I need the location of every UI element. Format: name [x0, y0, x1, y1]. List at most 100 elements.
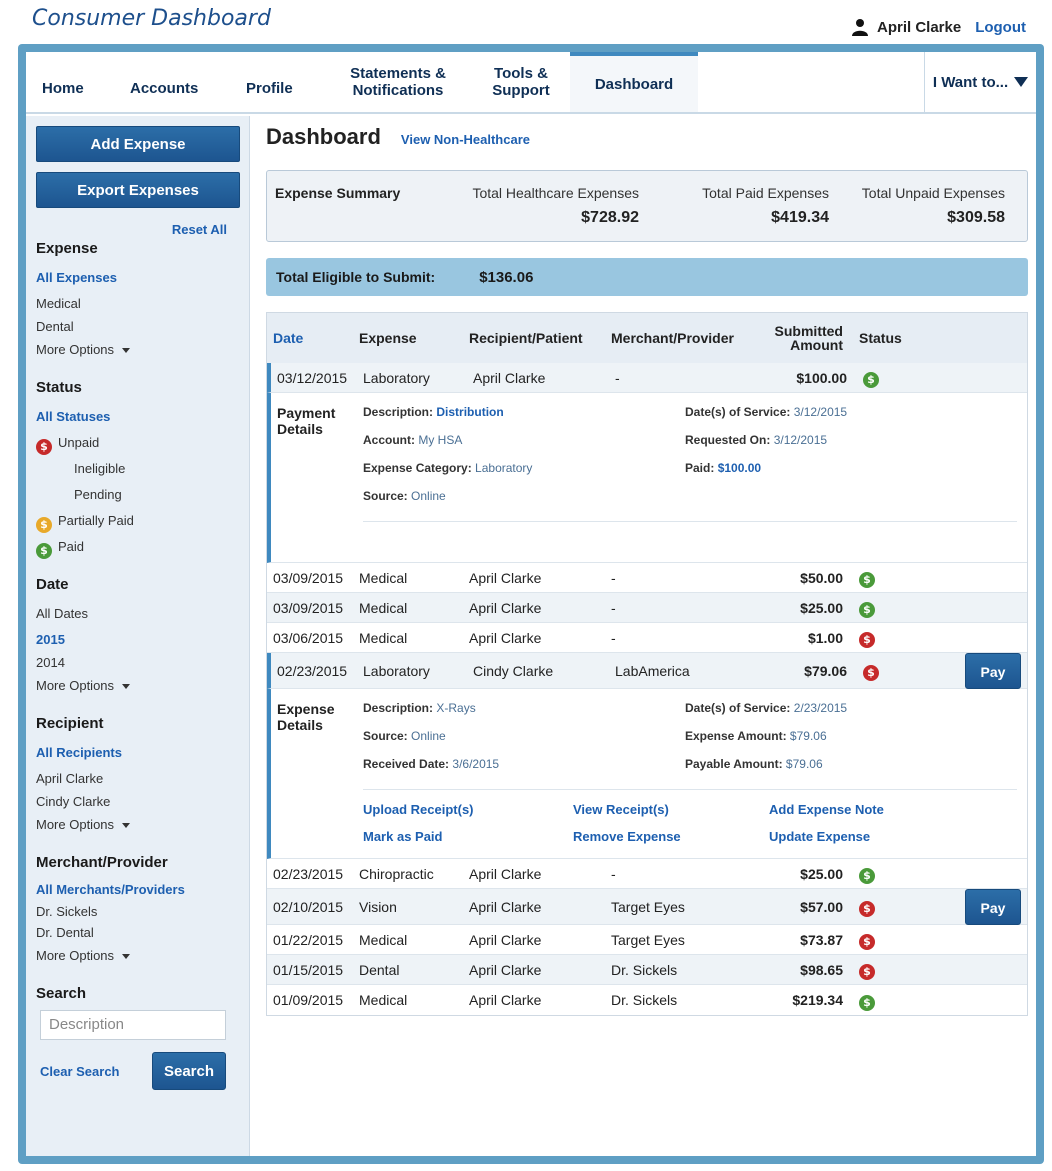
row-recipient: Cindy Clarke — [473, 662, 554, 679]
filter-partially-paid[interactable]: $ Partially Paid — [36, 508, 239, 534]
expense-source-value: Online — [411, 729, 446, 743]
filter-all-recipients[interactable]: All Recipients — [36, 740, 239, 766]
pay-button[interactable]: Pay — [965, 888, 1021, 925]
nav-dashboard[interactable]: Dashboard — [570, 52, 698, 112]
filter-paid[interactable]: $ Paid — [36, 534, 239, 560]
nav-i-want-to[interactable]: I Want to... — [924, 52, 1036, 112]
filter-dr-sickels[interactable]: Dr. Sickels — [36, 901, 239, 923]
clear-search-link[interactable]: Clear Search — [40, 1064, 120, 1079]
row-recipient: April Clarke — [469, 992, 542, 1008]
filter-unpaid[interactable]: $ Unpaid — [36, 430, 239, 456]
expense-details-cols: Description: X-Rays Source: Online Recei… — [363, 701, 1017, 785]
col-amount-header[interactable]: Submitted Amount — [737, 324, 849, 352]
filter-all-merchants[interactable]: All Merchants/Providers — [36, 879, 239, 901]
col-status-header[interactable]: Status — [849, 330, 902, 346]
row-pay-cell: Pay — [893, 888, 1027, 925]
total-healthcare: Total Healthcare Expenses $728.92 — [453, 185, 639, 227]
eligible-bar: Total Eligible to Submit: $136.06 — [266, 258, 1028, 296]
table-row[interactable]: 03/12/2015 Laboratory April Clarke - $10… — [267, 363, 1027, 393]
row-status: $ — [849, 929, 893, 950]
table-row[interactable]: 02/23/2015 Laboratory Cindy Clarke LabAm… — [267, 652, 1027, 689]
chevron-down-icon — [1014, 77, 1029, 87]
row-date: 01/09/2015 — [273, 992, 344, 1008]
table-row[interactable]: 01/22/2015 Medical April Clarke Target E… — [267, 925, 1027, 955]
reset-all-link[interactable]: Reset All — [172, 222, 227, 237]
expense-details-right: Date(s) of Service: 2/23/2015 Expense Am… — [685, 701, 1007, 785]
row-date: 02/10/2015 — [273, 898, 344, 915]
filter-ineligible[interactable]: Ineligible — [36, 456, 239, 482]
nav-home[interactable]: Home — [26, 52, 114, 112]
expense-more-options[interactable]: More Options — [36, 337, 239, 363]
expense-description-value: X-Rays — [436, 701, 476, 715]
table-row[interactable]: 01/09/2015 Medical April Clarke Dr. Sick… — [267, 985, 1027, 1015]
recipient-more-options[interactable]: More Options — [36, 812, 239, 838]
col-expense-header[interactable]: Expense — [359, 330, 469, 346]
pay-button[interactable]: Pay — [965, 652, 1021, 689]
nav-profile[interactable]: Profile — [232, 52, 326, 112]
logout-link[interactable]: Logout — [975, 19, 1026, 36]
top-nav: Home Accounts Profile Statements & Notifi… — [26, 52, 1036, 114]
table-row[interactable]: 01/15/2015 Dental April Clarke Dr. Sicke… — [267, 955, 1027, 985]
payment-requested-value: 3/12/2015 — [773, 433, 828, 447]
payment-paid: Paid: $100.00 — [685, 461, 1007, 489]
filter-april-clarke[interactable]: April Clarke — [36, 766, 239, 792]
payment-account-value: My HSA — [418, 433, 463, 447]
search-input[interactable]: Description — [40, 1010, 226, 1040]
filter-all-statuses[interactable]: All Statuses — [36, 404, 239, 430]
partially-paid-status-icon: $ — [36, 517, 52, 533]
table-row[interactable]: 03/09/2015 Medical April Clarke - $50.00… — [267, 563, 1027, 593]
row-date: 01/22/2015 — [273, 931, 344, 948]
nav-tools[interactable]: Tools & Support — [470, 52, 570, 112]
nav-i-want-label: I Want to... — [932, 73, 1009, 91]
add-expense-note-link[interactable]: Add Expense Note — [769, 802, 929, 817]
dashboard-title: Dashboard — [266, 124, 381, 149]
remove-expense-link[interactable]: Remove Expense — [573, 829, 769, 844]
date-more-options[interactable]: More Options — [36, 673, 239, 699]
filter-2015[interactable]: 2015 — [36, 627, 239, 653]
row-date: 02/23/2015 — [277, 662, 348, 679]
row-amount: $57.00 — [800, 898, 843, 915]
table-row[interactable]: 02/23/2015 Chiropractic April Clarke - $… — [267, 859, 1027, 889]
payment-category-value: Laboratory — [475, 461, 533, 475]
update-expense-link[interactable]: Update Expense — [769, 829, 929, 844]
row-amount: $25.00 — [800, 599, 843, 616]
filter-cindy-clarke[interactable]: Cindy Clarke — [36, 792, 239, 812]
export-expenses-button[interactable]: Export Expenses — [36, 172, 240, 208]
filter-dr-dental[interactable]: Dr. Dental — [36, 923, 239, 943]
row-expense: Medical — [359, 629, 408, 646]
total-paid-label: Total Paid Expenses — [702, 185, 829, 201]
filter-status: Status All Statuses $ Unpaid Ineligible P… — [36, 379, 239, 560]
filter-2014[interactable]: 2014 — [36, 653, 239, 673]
mark-as-paid-link[interactable]: Mark as Paid — [363, 829, 573, 844]
payment-description-label: Description: — [363, 405, 434, 419]
table-row[interactable]: 03/06/2015 Medical April Clarke - $1.00 … — [267, 623, 1027, 653]
nav-statements[interactable]: Statements & Notifications — [326, 52, 470, 112]
app-frame: Home Accounts Profile Statements & Notifi… — [18, 44, 1044, 1164]
paid-status-icon: $ — [859, 994, 875, 1011]
filter-all-dates[interactable]: All Dates — [36, 601, 239, 627]
search-button[interactable]: Search — [152, 1052, 226, 1090]
total-healthcare-label: Total Healthcare Expenses — [472, 185, 639, 201]
col-merchant-header[interactable]: Merchant/Provider — [611, 330, 737, 346]
nav-accounts[interactable]: Accounts — [114, 52, 232, 112]
view-receipts-link[interactable]: View Receipt(s) — [573, 802, 769, 817]
filter-medical[interactable]: Medical — [36, 291, 239, 317]
filter-all-expenses[interactable]: All Expenses — [36, 265, 239, 291]
merchant-more-options[interactable]: More Options — [36, 943, 239, 969]
total-unpaid: Total Unpaid Expenses $309.58 — [829, 185, 1005, 227]
total-unpaid-amount: $309.58 — [947, 209, 1005, 226]
filter-pending[interactable]: Pending — [36, 482, 239, 508]
row-recipient: April Clarke — [469, 599, 542, 616]
upload-receipts-link[interactable]: Upload Receipt(s) — [363, 802, 573, 817]
view-non-healthcare-link[interactable]: View Non-Healthcare — [401, 132, 530, 147]
payment-service-value: 3/12/2015 — [793, 405, 848, 419]
col-recipient-header[interactable]: Recipient/Patient — [469, 330, 611, 346]
filter-dental[interactable]: Dental — [36, 317, 239, 337]
payment-description-value[interactable]: Distribution — [436, 405, 503, 419]
payment-paid-label: Paid: — [685, 461, 715, 475]
table-row[interactable]: 03/09/2015 Medical April Clarke - $25.00… — [267, 593, 1027, 623]
col-date-header[interactable]: Date — [267, 330, 359, 346]
table-row[interactable]: 02/10/2015 Vision April Clarke Target Ey… — [267, 888, 1027, 925]
add-expense-button[interactable]: Add Expense — [36, 126, 240, 162]
unpaid-status-icon: $ — [859, 964, 875, 980]
